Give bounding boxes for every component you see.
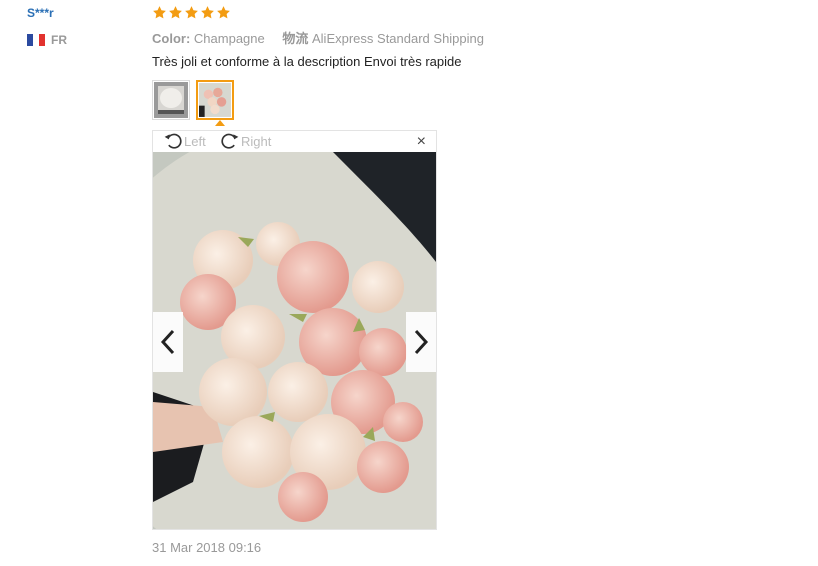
rotate-right-icon <box>221 133 239 149</box>
star-icon <box>217 6 230 19</box>
rotate-right-label: Right <box>241 133 272 149</box>
viewer-toolbar: Left Right × <box>153 131 436 152</box>
close-icon[interactable]: × <box>417 133 426 151</box>
image-viewer: Left Right × <box>152 130 437 530</box>
star-icon <box>153 6 166 19</box>
review-thumbnail-active[interactable] <box>196 80 234 120</box>
country-code: FR <box>51 33 67 47</box>
review-photo <box>153 152 436 529</box>
star-rating <box>152 5 231 20</box>
star-icon <box>201 6 214 19</box>
shipping-label: 物流 <box>282 31 309 46</box>
color-label: Color: <box>152 31 191 46</box>
star-icon <box>169 6 182 19</box>
star-icon <box>185 6 198 19</box>
rotate-left-label: Left <box>184 133 206 149</box>
rotate-left-button[interactable]: Left <box>163 131 206 151</box>
shipping-value: AliExpress Standard Shipping <box>312 31 484 46</box>
thumbnail-image <box>199 83 231 117</box>
france-flag-icon <box>27 34 45 46</box>
review-thumbnail[interactable] <box>152 80 190 120</box>
reviewer-country: FR <box>27 33 67 47</box>
rotate-left-icon <box>164 133 182 149</box>
chevron-right-icon <box>414 329 429 355</box>
thumbnail-image <box>154 82 188 118</box>
previous-image-button[interactable] <box>153 312 183 372</box>
next-image-button[interactable] <box>406 312 436 372</box>
chevron-left-icon <box>160 329 175 355</box>
active-thumbnail-caret <box>215 120 225 126</box>
review-date: 31 Mar 2018 09:16 <box>152 540 262 555</box>
rotate-right-button[interactable]: Right <box>220 131 271 151</box>
color-value: Champagne <box>193 31 265 46</box>
reviewer-name[interactable]: S***r <box>27 6 54 20</box>
feedback-text: Très joli et conforme à la description E… <box>152 54 462 69</box>
review-thumbnails <box>152 80 234 120</box>
order-info: Color: Champagne 物流 AliExpress Standard … <box>152 28 498 47</box>
bouquet-photo <box>153 152 436 529</box>
